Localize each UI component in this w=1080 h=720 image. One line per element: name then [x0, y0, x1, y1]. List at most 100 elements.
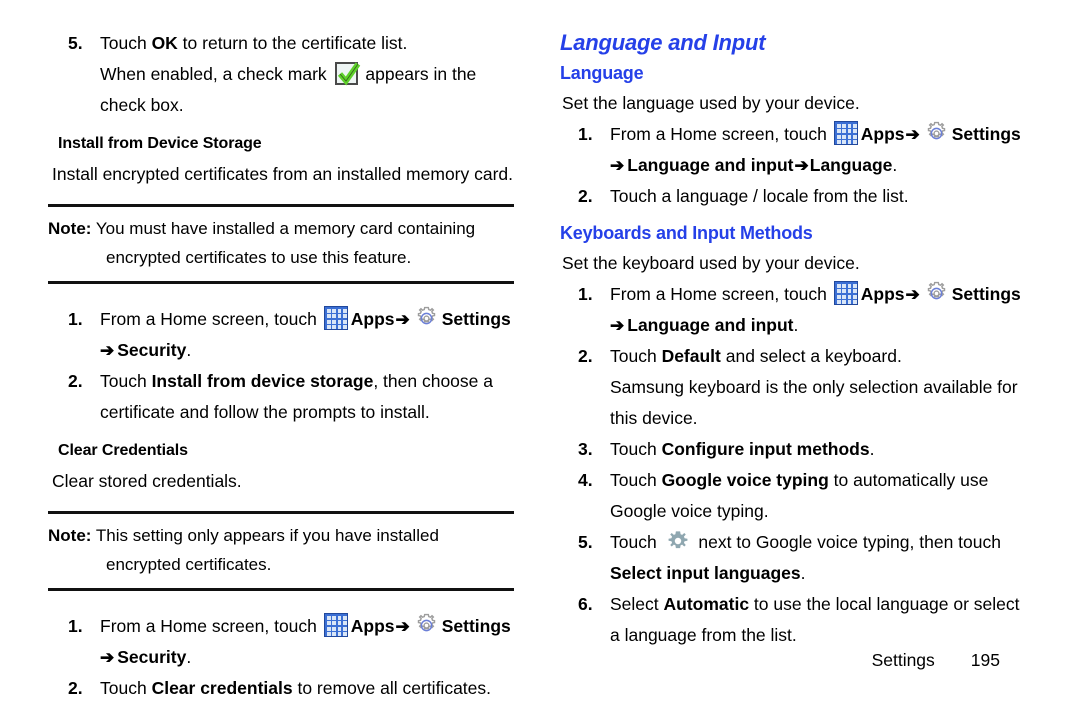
- page-footer: Settings 195: [558, 650, 1028, 671]
- period: .: [793, 315, 799, 335]
- note-text: Note: This setting only appears if you h…: [48, 521, 514, 579]
- step-item: 1. From a Home screen, touch Apps➔ Settin…: [48, 611, 518, 642]
- apps-grid-icon[interactable]: [833, 281, 858, 305]
- right-column: Language and Input Language Set the lang…: [558, 28, 1028, 651]
- step-text-bold: OK: [151, 33, 178, 53]
- apps-label: Apps: [350, 309, 395, 329]
- step-text-bold: Install from device storage: [151, 371, 374, 391]
- note-text: Note: You must have installed a memory c…: [48, 214, 514, 272]
- gear-solid-icon[interactable]: [667, 530, 689, 552]
- language-and-input-label: Language and input: [627, 315, 794, 335]
- settings-label: Settings: [441, 309, 511, 329]
- period: .: [892, 155, 898, 175]
- step-text-pre: Touch: [100, 678, 152, 698]
- period: .: [186, 647, 192, 667]
- step-continuation: ➔ Language and input➔Language.: [558, 150, 1028, 181]
- step-number: 5.: [68, 33, 83, 53]
- step-text: From a Home screen, touch Apps➔ Settings: [610, 121, 1021, 146]
- apps-label: Apps: [860, 124, 905, 144]
- gear-outline-icon[interactable]: [924, 281, 949, 306]
- note-label: Note:: [48, 219, 92, 238]
- apps-grid-icon[interactable]: [833, 121, 858, 145]
- keyboards-intro: Set the keyboard used by your device.: [562, 253, 860, 273]
- step-text-pre: From a Home screen, touch: [610, 284, 832, 304]
- step-item: 5. Touch OK to return to the certificate…: [48, 28, 518, 59]
- right-arrow-icon: ➔: [395, 617, 410, 636]
- gear-outline-icon[interactable]: [924, 121, 949, 146]
- language-intro: Set the language used by your device.: [562, 93, 860, 113]
- language-label: Language: [809, 155, 893, 175]
- right-arrow-icon: ➔: [905, 125, 920, 144]
- step-item: 2. Touch Clear credentials to remove all…: [48, 673, 518, 704]
- step-item: 1. From a Home screen, touch Apps➔ Settin…: [48, 304, 518, 335]
- step-number: 1.: [68, 616, 83, 636]
- right-arrow-icon: ➔: [100, 341, 115, 360]
- step-text: Touch Configure input methods.: [610, 439, 874, 459]
- apps-grid-icon[interactable]: [323, 613, 348, 637]
- note-box: Note: This setting only appears if you h…: [48, 511, 514, 591]
- apps-grid-tiles: [326, 309, 347, 329]
- step-text-post: and select a keyboard.: [720, 346, 902, 366]
- checkmark-sentence-pre: When enabled, a check mark: [100, 64, 332, 84]
- select-input-languages-label: Select input languages: [610, 563, 801, 583]
- step-continuation: When enabled, a check mark appears in th…: [48, 59, 518, 121]
- language-and-input-label: Language and input: [627, 155, 794, 175]
- step-text-pre: Select: [610, 594, 664, 614]
- step-text-post: to remove all certificates.: [292, 678, 492, 698]
- step-item: 6. Select Automatic to use the local lan…: [558, 589, 1028, 651]
- step-text: Touch a language / locale from the list.: [610, 186, 909, 206]
- security-label: Security: [117, 340, 187, 360]
- step-text-bold: Google voice typing: [661, 470, 829, 490]
- step-text: From a Home screen, touch Apps➔ Settings: [610, 281, 1021, 306]
- step-text: Touch OK to return to the certificate li…: [100, 33, 407, 53]
- step-text: From a Home screen, touch Apps➔ Settings: [100, 613, 511, 638]
- gear-outline-icon[interactable]: [414, 306, 439, 331]
- settings-label: Settings: [951, 284, 1021, 304]
- step-item: 1. From a Home screen, touch Apps➔ Settin…: [558, 119, 1028, 150]
- step-text-bold: Default: [661, 346, 721, 366]
- step-text-pre: Touch: [100, 33, 152, 53]
- step-continuation: Samsung keyboard is the only selection a…: [610, 377, 1018, 428]
- step-text: Touch Install from device storage, then …: [100, 371, 493, 422]
- clear-credentials-body: Clear stored credentials.: [52, 471, 242, 491]
- install-from-device-storage-body: Install encrypted certificates from an i…: [52, 164, 514, 184]
- right-arrow-icon: ➔: [610, 156, 625, 175]
- apps-grid-tiles: [836, 124, 857, 144]
- right-arrow-icon: ➔: [395, 310, 410, 329]
- step-text-pre: From a Home screen, touch: [100, 616, 322, 636]
- gear-outline-icon[interactable]: [414, 613, 439, 638]
- step-number: 1.: [578, 284, 593, 304]
- step-text-bold: Automatic: [663, 594, 750, 614]
- step-text-bold: Clear credentials: [151, 678, 293, 698]
- step-text: Touch Default and select a keyboard.: [610, 346, 902, 366]
- note-box: Note: You must have installed a memory c…: [48, 204, 514, 284]
- step-number: 1.: [578, 124, 593, 144]
- right-arrow-icon: ➔: [610, 316, 625, 335]
- step-number: 5.: [578, 532, 593, 552]
- step-text-pre: Touch: [100, 371, 152, 391]
- step-item: 2. Touch Default and select a keyboard.: [558, 341, 1028, 372]
- subsection-heading-install-from-device-storage: Install from Device Storage: [58, 135, 262, 152]
- apps-grid-tiles: [326, 616, 347, 636]
- step-number: 2.: [68, 371, 83, 391]
- step-text-pre: Touch: [610, 346, 662, 366]
- note-body: This setting only appears if you have in…: [91, 526, 439, 574]
- apps-grid-icon[interactable]: [323, 306, 348, 330]
- period: .: [186, 340, 192, 360]
- step-number: 2.: [578, 346, 593, 366]
- green-checkmark-icon: [334, 62, 360, 86]
- step-text-pre: Touch: [610, 470, 662, 490]
- note-body: You must have installed a memory card co…: [91, 219, 476, 267]
- apps-grid-tiles: [836, 284, 857, 304]
- manual-page: 5. Touch OK to return to the certificate…: [0, 0, 1080, 720]
- left-column: 5. Touch OK to return to the certificate…: [48, 28, 518, 704]
- step-item: 2. Touch a language / locale from the li…: [558, 181, 1028, 212]
- step-item: 3. Touch Configure input methods.: [558, 434, 1028, 465]
- right-arrow-icon: ➔: [100, 648, 115, 667]
- step-text-pre: From a Home screen, touch: [610, 124, 832, 144]
- step-text: From a Home screen, touch Apps➔ Settings: [100, 306, 511, 331]
- step-continuation: ➔ Security.: [48, 642, 518, 673]
- right-arrow-icon: ➔: [905, 285, 920, 304]
- step-number: 6.: [578, 594, 593, 614]
- step-text: Touch next to Google voice typing, then …: [610, 530, 1001, 583]
